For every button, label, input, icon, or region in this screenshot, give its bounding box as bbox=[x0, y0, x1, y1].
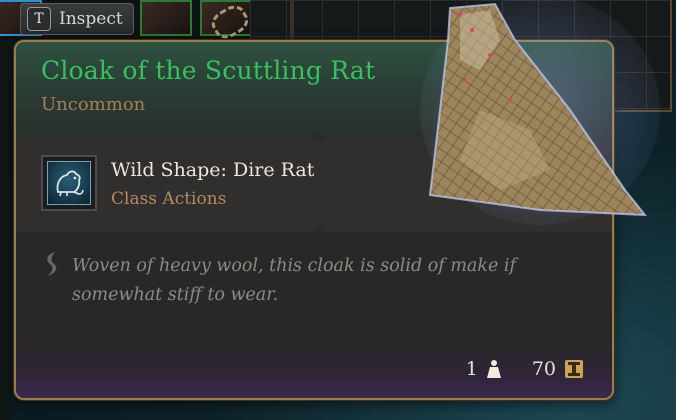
item-value: 70 bbox=[531, 358, 556, 380]
item-description: Woven of heavy wool, this cloak is solid… bbox=[72, 256, 516, 305]
item-name: Cloak of the Scuttling Rat bbox=[41, 56, 376, 85]
action-category: Class Actions bbox=[111, 189, 227, 209]
gold-icon bbox=[565, 360, 583, 378]
inventory-edge bbox=[0, 40, 12, 420]
rat-icon bbox=[47, 161, 91, 205]
weight-icon bbox=[486, 360, 501, 378]
tooltip-footer: 1 70 bbox=[16, 342, 612, 398]
inventory-slot-rope[interactable] bbox=[200, 0, 252, 36]
description-section: Woven of heavy wool, this cloak is solid… bbox=[16, 232, 612, 342]
item-portrait-cloak bbox=[420, 0, 660, 225]
flavor-text-icon bbox=[47, 252, 57, 276]
inspect-button[interactable]: T Inspect bbox=[20, 3, 134, 35]
action-icon-frame[interactable] bbox=[41, 155, 97, 211]
item-weight: 1 bbox=[465, 358, 478, 380]
inspect-label: Inspect bbox=[59, 9, 123, 29]
item-rarity: Uncommon bbox=[41, 94, 146, 115]
keybind-t: T bbox=[27, 7, 51, 31]
action-name: Wild Shape: Dire Rat bbox=[111, 159, 315, 181]
inventory-slot-boots[interactable] bbox=[140, 0, 192, 36]
item-stats: 1 70 bbox=[466, 358, 584, 380]
